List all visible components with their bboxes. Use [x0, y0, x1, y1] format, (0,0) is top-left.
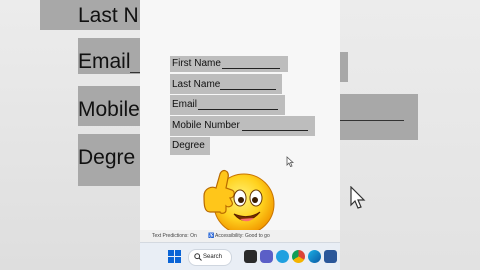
email-label: Email [172, 99, 198, 110]
accessibility-status[interactable]: Accessibility: Good to go [215, 233, 270, 239]
degree-label: Degree [172, 140, 205, 151]
first-name-blank [222, 68, 280, 69]
search-icon [194, 253, 202, 261]
teams-icon[interactable] [260, 250, 273, 263]
thumbs-up-emoji-icon [203, 169, 275, 235]
background-underline [130, 72, 140, 73]
accessibility-icon: ♿ [208, 233, 215, 239]
word-icon[interactable] [324, 250, 337, 263]
edge-browser-icon[interactable] [308, 250, 321, 263]
mouse-cursor-icon [350, 186, 366, 209]
background-label: Last N [78, 4, 139, 27]
windows-start-icon[interactable] [168, 250, 181, 263]
background-label: Email [78, 50, 131, 73]
search-label: Search [203, 254, 223, 260]
background-label: Mobile [78, 98, 140, 121]
background-highlight-band [340, 52, 348, 82]
background-underline [340, 120, 404, 121]
background-right-blur [340, 0, 480, 270]
word-status-bar: Text Predictions: On ♿ Accessibility: Go… [140, 230, 340, 242]
email-blank [198, 109, 278, 110]
chrome-icon[interactable] [292, 250, 305, 263]
taskbar-search-box[interactable]: Search [188, 249, 232, 266]
last-name-label: Last Name [172, 79, 221, 90]
background-left-blur: Last N Email Mobile Degre [0, 0, 140, 270]
windows-taskbar: Search [140, 242, 340, 270]
task-view-icon[interactable] [244, 250, 257, 263]
mobile-number-label: Mobile Number [172, 120, 240, 131]
mobile-number-blank [242, 130, 308, 131]
background-highlight-band [340, 94, 418, 140]
edge-icon[interactable] [276, 250, 289, 263]
text-predictions-status[interactable]: Text Predictions: On [152, 233, 197, 239]
video-frame: First Name Last Name Email Mobile Number… [140, 0, 340, 270]
background-label: Degre [78, 146, 136, 169]
first-name-label: First Name [172, 58, 221, 69]
last-name-blank [220, 89, 276, 90]
mouse-cursor-icon [286, 156, 294, 167]
